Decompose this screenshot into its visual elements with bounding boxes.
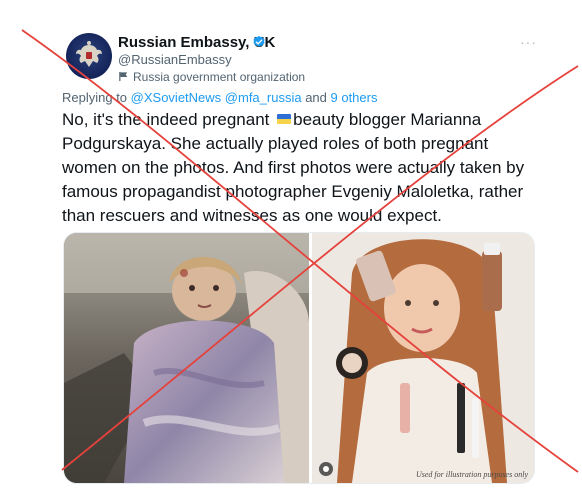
tweet-media[interactable]: Used for illustration purposes only — [63, 232, 535, 484]
mention-link[interactable]: @mfa_russia — [225, 90, 302, 105]
mention-link[interactable]: @XSovietNews — [131, 90, 222, 105]
beauty-blogger-photo[interactable]: Used for illustration purposes only — [312, 233, 534, 483]
media-caption: Used for illustration purposes only — [415, 470, 528, 479]
tweet-card: Russian Embassy, UK @RussianEmbassy Russ… — [0, 0, 582, 502]
replying-to: Replying to @XSovietNews @mfa_russia and… — [62, 90, 377, 105]
coat-of-arms-icon — [76, 41, 102, 67]
photo-illustration — [64, 233, 309, 483]
tweet-text-line: No, it's the indeed pregnant beauty blog… — [62, 110, 482, 129]
tweet-text-line: famous propagandist photographer Evgeniy… — [62, 182, 524, 201]
woman-in-blanket-photo[interactable] — [64, 233, 309, 483]
tweet-text: No, it's the indeed pregnant beauty blog… — [62, 108, 542, 228]
tweet-text-line: than rescuers and witnesses as one would… — [62, 206, 442, 225]
more-options-icon[interactable]: ··· — [520, 34, 537, 50]
photo-illustration — [312, 233, 534, 483]
avatar[interactable] — [66, 33, 112, 79]
flag-icon — [119, 71, 128, 82]
reply-prefix: Replying to — [62, 90, 131, 105]
reply-and: and — [301, 90, 331, 105]
government-label: Russia government organization — [118, 70, 305, 84]
verified-badge-icon — [253, 35, 265, 47]
tweet-text-line: Podgurskaya. She actually played roles o… — [62, 134, 489, 153]
ukraine-flag-icon — [277, 114, 292, 124]
others-link[interactable]: 9 others — [331, 90, 378, 105]
government-label-text: Russia government organization — [133, 70, 306, 84]
author-handle[interactable]: @RussianEmbassy — [118, 52, 232, 67]
tweet-text-line: women on the photos. And first photos we… — [62, 158, 525, 177]
